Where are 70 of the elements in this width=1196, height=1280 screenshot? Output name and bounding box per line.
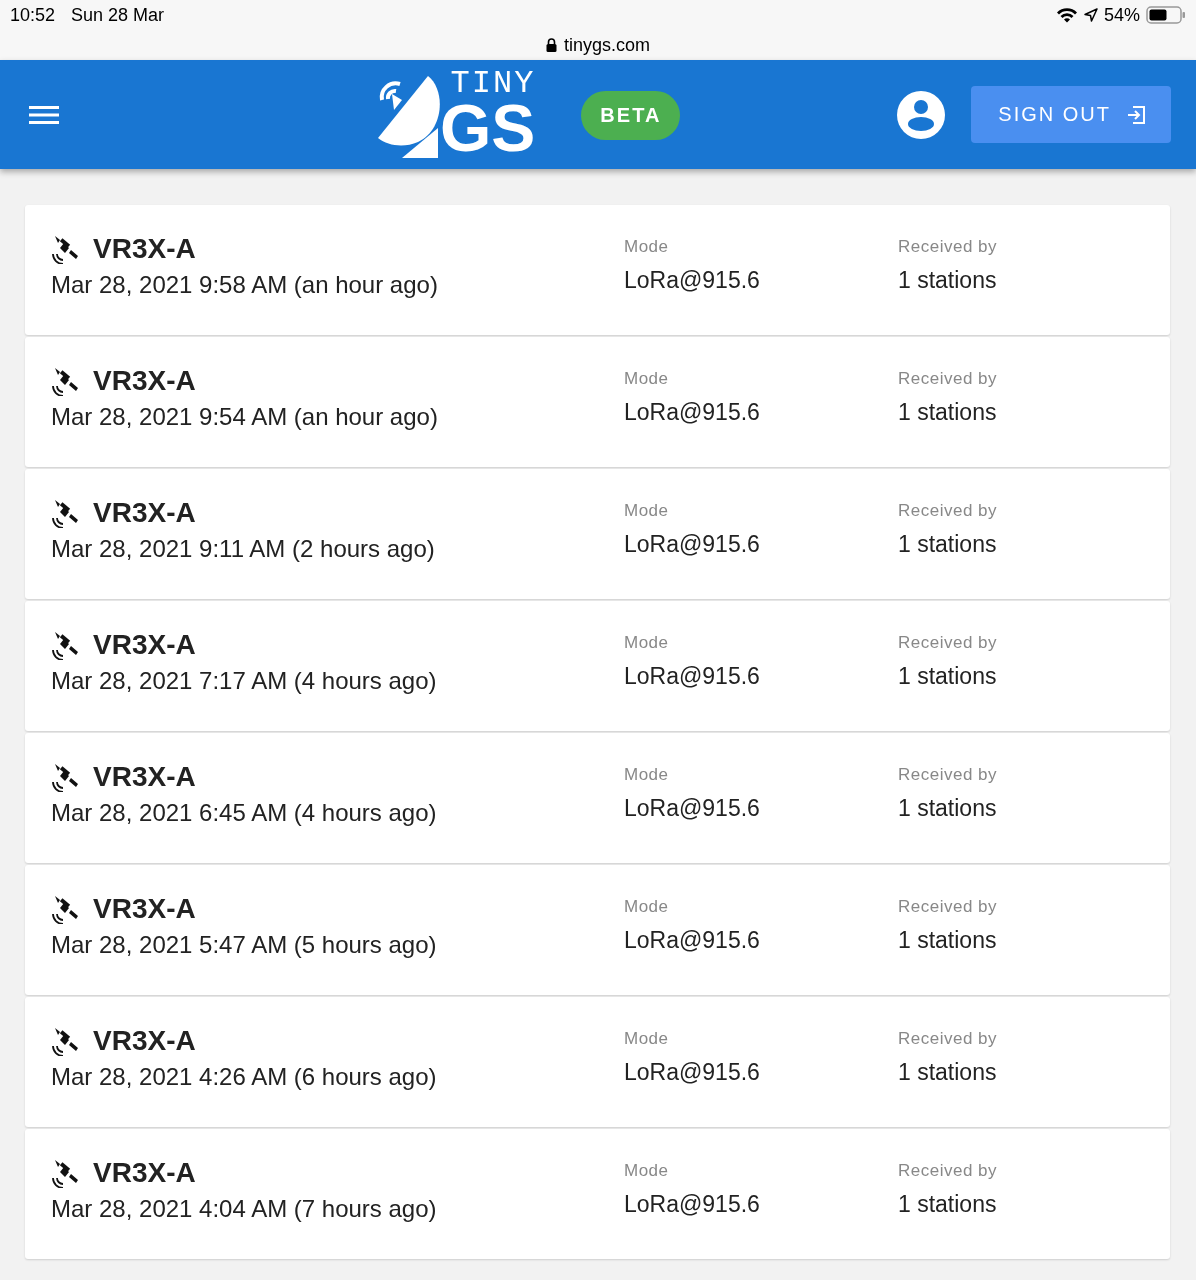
mode-value: LoRa@915.6 (624, 531, 761, 558)
sign-out-icon (1125, 103, 1147, 126)
mode-label: Mode (624, 369, 670, 389)
packet-card[interactable]: VR3X-A Mar 28, 2021 7:17 AM (4 hours ago) Mode LoRa@915.6 Received by 1 stations (25, 601, 1170, 731)
received-by-label: Received by (898, 501, 998, 521)
stations-count: 1 stations (898, 927, 998, 954)
packet-card[interactable]: VR3X-A Mar 28, 2021 6:45 AM (4 hours ago) Mode LoRa@915.6 Received by 1 stations (25, 733, 1170, 863)
packet-card[interactable]: VR3X-A Mar 28, 2021 9:11 AM (2 hours ago) Mode LoRa@915.6 Received by 1 stations (25, 469, 1170, 599)
received-by-label: Received by (898, 369, 998, 389)
satellite-name: VR3X-A (93, 893, 196, 925)
battery-icon (1146, 6, 1186, 24)
logo-text: GS (440, 96, 536, 159)
mode-label: Mode (624, 237, 670, 257)
mode-value: LoRa@915.6 (624, 927, 761, 954)
received-by-label: Received by (898, 765, 998, 785)
mode-label: Mode (624, 1029, 670, 1049)
logo-text: TINY (450, 70, 536, 97)
packet-time: Mar 28, 2021 4:26 AM (6 hours ago) (51, 1063, 438, 1091)
mode-value: LoRa@915.6 (624, 399, 761, 426)
battery-percentage: 54% (1103, 4, 1140, 26)
location-arrow-icon (1083, 8, 1098, 22)
stations-count: 1 stations (898, 267, 998, 294)
mode-value: LoRa@915.6 (624, 1059, 761, 1086)
received-by-label: Received by (898, 1029, 998, 1049)
mode-label: Mode (624, 633, 670, 653)
lock-icon (546, 38, 557, 52)
packet-time: Mar 28, 2021 6:45 AM (4 hours ago) (51, 799, 438, 827)
stations-count: 1 stations (898, 1191, 998, 1218)
received-by-label: Received by (898, 237, 998, 257)
packet-time: Mar 28, 2021 7:17 AM (4 hours ago) (51, 667, 438, 695)
stations-count: 1 stations (898, 663, 998, 690)
packet-card[interactable]: VR3X-A Mar 28, 2021 5:47 AM (5 hours ago) Mode LoRa@915.6 Received by 1 stations (25, 865, 1170, 995)
received-by-label: Received by (898, 1161, 998, 1181)
satellite-name: VR3X-A (93, 629, 196, 661)
mode-label: Mode (624, 501, 670, 521)
satellite-name: VR3X-A (93, 1157, 196, 1189)
wifi-icon (1055, 7, 1078, 23)
satellite-name: VR3X-A (93, 761, 196, 793)
packet-time: Mar 28, 2021 9:54 AM (an hour ago) (51, 403, 439, 431)
received-by-label: Received by (898, 633, 998, 653)
mode-label: Mode (624, 897, 670, 917)
mode-value: LoRa@915.6 (624, 795, 761, 822)
menu-icon[interactable] (29, 104, 59, 125)
mode-label: Mode (624, 1161, 670, 1181)
beta-badge: BETA (581, 90, 681, 140)
url-text[interactable]: tinygs.com (564, 34, 650, 56)
mode-value: LoRa@915.6 (624, 1191, 761, 1218)
packet-card[interactable]: VR3X-A Mar 28, 2021 9:58 AM (an hour ago) Mode LoRa@915.6 Received by 1 stations (25, 205, 1170, 335)
packet-card[interactable]: VR3X-A Mar 28, 2021 4:04 AM (7 hours ago) Mode LoRa@915.6 Received by 1 stations (25, 1129, 1170, 1259)
packet-time: Mar 28, 2021 9:58 AM (an hour ago) (51, 271, 439, 299)
stations-count: 1 stations (898, 795, 998, 822)
satellite-name: VR3X-A (93, 233, 196, 265)
received-by-label: Received by (898, 897, 998, 917)
account-icon[interactable] (897, 90, 946, 139)
mode-value: LoRa@915.6 (624, 663, 761, 690)
packet-time: Mar 28, 2021 4:04 AM (7 hours ago) (51, 1195, 438, 1223)
satellite-name: VR3X-A (93, 1025, 196, 1057)
satellite-name: VR3X-A (93, 365, 196, 397)
mode-value: LoRa@915.6 (624, 267, 761, 294)
stations-count: 1 stations (898, 1059, 998, 1086)
stations-count: 1 stations (898, 531, 998, 558)
packet-time: Mar 28, 2021 9:11 AM (2 hours ago) (51, 535, 436, 563)
packet-time: Mar 28, 2021 5:47 AM (5 hours ago) (51, 931, 438, 959)
satellite-name: VR3X-A (93, 497, 196, 529)
date-text: Sun 28 Mar (71, 4, 165, 26)
mode-label: Mode (624, 765, 670, 785)
packet-card[interactable]: VR3X-A Mar 28, 2021 4:26 AM (6 hours ago) Mode LoRa@915.6 Received by 1 stations (25, 997, 1170, 1127)
packet-card[interactable]: VR3X-A Mar 28, 2021 9:54 AM (an hour ago) Mode LoRa@915.6 Received by 1 stations (25, 337, 1170, 467)
stations-count: 1 stations (898, 399, 998, 426)
clock-time: 10:52 (10, 4, 56, 26)
